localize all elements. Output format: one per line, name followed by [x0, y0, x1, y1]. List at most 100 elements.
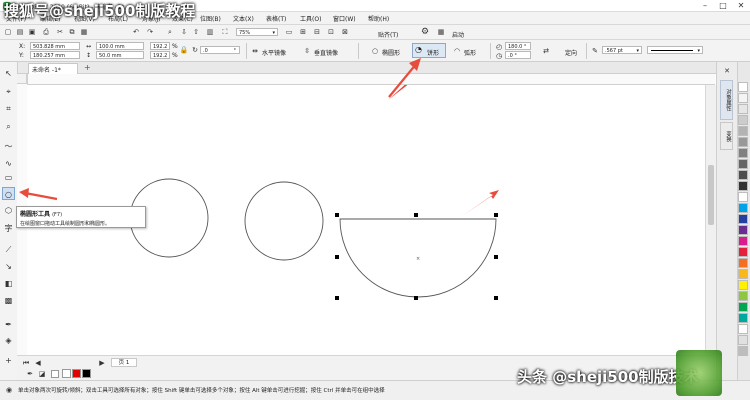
- freehand-tool-icon[interactable]: 〜: [2, 140, 15, 153]
- no-color-swatch[interactable]: [51, 370, 59, 378]
- previous-page-icon[interactable]: ◀: [33, 358, 43, 368]
- end-angle-input[interactable]: .0 °: [505, 51, 531, 59]
- copy-icon[interactable]: ⧉: [67, 27, 77, 37]
- palette-swatch[interactable]: [738, 335, 748, 345]
- scale-height-input[interactable]: 192.2: [150, 51, 170, 59]
- x-position-input[interactable]: 503.828 mm: [30, 42, 80, 50]
- menu-tools[interactable]: 工具(O): [300, 14, 321, 23]
- menu-bitmaps[interactable]: 位图(B): [200, 14, 221, 23]
- eyedropper-tool-icon[interactable]: ✒: [2, 318, 15, 331]
- palette-swatch[interactable]: [738, 82, 748, 92]
- search-icon[interactable]: ⌕: [165, 27, 175, 37]
- lock-ratio-icon[interactable]: 🔒: [179, 45, 189, 55]
- palette-swatch[interactable]: [738, 324, 748, 334]
- docker-tab-object-properties[interactable]: 对象属性: [720, 80, 733, 120]
- cut-icon[interactable]: ✂: [55, 27, 65, 37]
- redo-icon[interactable]: ↷: [145, 27, 155, 37]
- rulers-icon[interactable]: ⊞: [298, 27, 308, 37]
- palette-swatch[interactable]: [738, 214, 748, 224]
- next-page-icon[interactable]: ▶: [97, 358, 107, 368]
- minimize-icon[interactable]: –: [696, 0, 714, 12]
- palette-swatch[interactable]: [738, 302, 748, 312]
- print-icon[interactable]: ⎙: [41, 27, 51, 37]
- shape-tool-icon[interactable]: ⌖: [2, 85, 15, 98]
- undo-icon[interactable]: ↶: [131, 27, 141, 37]
- rotation-angle-input[interactable]: .0 °: [200, 46, 240, 54]
- document-tab[interactable]: 未命名 -1*: [28, 63, 78, 74]
- selection-handle[interactable]: [414, 296, 418, 300]
- selection-handle[interactable]: [494, 213, 498, 217]
- import-icon[interactable]: ⇩: [179, 27, 189, 37]
- launch-icon[interactable]: ▦: [436, 27, 446, 37]
- eyedropper-icon[interactable]: ✒: [25, 369, 35, 379]
- palette-swatch[interactable]: [738, 225, 748, 235]
- line-style-select[interactable]: ▾: [647, 46, 703, 54]
- launch-menu[interactable]: 启动: [452, 30, 464, 39]
- zoom-tool-icon[interactable]: ⌕: [2, 120, 15, 133]
- palette-swatch[interactable]: [738, 247, 748, 257]
- vertical-scrollbar[interactable]: [705, 85, 716, 355]
- arc-mode-button[interactable]: 弧形: [464, 48, 476, 57]
- swap-direction-icon[interactable]: ⇄: [541, 46, 551, 56]
- selection-handle[interactable]: [335, 213, 339, 217]
- crop-tool-icon[interactable]: ⌗: [2, 102, 15, 115]
- zoom-level-select[interactable]: 75% ▾: [236, 28, 278, 36]
- palette-swatch[interactable]: [738, 313, 748, 323]
- new-document-icon[interactable]: ▢: [3, 27, 13, 37]
- palette-swatch[interactable]: [738, 148, 748, 158]
- ruler-origin[interactable]: [17, 74, 27, 84]
- selection-handle[interactable]: [335, 296, 339, 300]
- transparency-tool-icon[interactable]: ▩: [2, 294, 15, 307]
- add-document-tab-button[interactable]: +: [84, 63, 91, 72]
- menu-text[interactable]: 文本(X): [233, 14, 254, 23]
- maximize-icon[interactable]: □: [714, 0, 732, 12]
- ellipse-tool-icon[interactable]: ○: [2, 187, 15, 200]
- ellipse-mode-icon[interactable]: ○: [370, 46, 380, 56]
- snap-to-menu[interactable]: 贴齐(T): [378, 30, 398, 39]
- palette-swatch[interactable]: [738, 170, 748, 180]
- page-tab[interactable]: 页 1: [111, 358, 137, 367]
- circle-middle[interactable]: [244, 181, 324, 261]
- menu-table[interactable]: 表格(T): [266, 14, 286, 23]
- palette-swatch[interactable]: [738, 236, 748, 246]
- polygon-tool-icon[interactable]: ⬡: [2, 204, 15, 217]
- direction-button[interactable]: 定向: [565, 48, 577, 57]
- guidelines-icon[interactable]: ⊡: [326, 27, 336, 37]
- artistic-media-tool-icon[interactable]: ∿: [2, 157, 15, 170]
- mirror-horizontal-icon[interactable]: ⇹: [250, 46, 260, 56]
- selection-handle[interactable]: [414, 213, 418, 217]
- paste-icon[interactable]: ▦: [79, 27, 89, 37]
- arc-icon[interactable]: ◠: [452, 46, 462, 56]
- scrollbar-thumb[interactable]: [708, 165, 714, 225]
- menu-help[interactable]: 帮助(H): [368, 14, 389, 23]
- pick-tool-icon[interactable]: ↖: [2, 67, 15, 80]
- palette-swatch[interactable]: [738, 137, 748, 147]
- palette-swatch[interactable]: [738, 192, 748, 202]
- publish-pdf-icon[interactable]: ▥: [205, 27, 215, 37]
- parallel-dimension-tool-icon[interactable]: ⟋: [2, 243, 15, 256]
- drop-shadow-tool-icon[interactable]: ◧: [2, 277, 15, 290]
- width-input[interactable]: 100.0 mm: [96, 42, 144, 50]
- selection-handle[interactable]: [494, 296, 498, 300]
- palette-swatch[interactable]: [738, 93, 748, 103]
- palette-swatch[interactable]: [738, 346, 748, 356]
- document-color-swatch[interactable]: [72, 369, 81, 378]
- palette-swatch[interactable]: [738, 159, 748, 169]
- mirror-horizontal-button[interactable]: 水平镜像: [262, 48, 286, 57]
- text-tool-icon[interactable]: 字: [2, 222, 15, 235]
- full-screen-icon[interactable]: ⛶: [220, 27, 230, 37]
- palette-swatch[interactable]: [738, 258, 748, 268]
- save-icon[interactable]: ▣: [27, 27, 37, 37]
- scale-width-input[interactable]: 192.2: [150, 42, 170, 50]
- palette-swatch[interactable]: [738, 203, 748, 213]
- close-icon[interactable]: ✕: [732, 0, 750, 12]
- view-mode-icon[interactable]: ▭: [284, 27, 294, 37]
- menu-window[interactable]: 窗口(W): [333, 14, 356, 23]
- snap-icon[interactable]: ⊠: [340, 27, 350, 37]
- selection-handle[interactable]: [335, 255, 339, 259]
- outline-width-select[interactable]: .567 pt ▾: [602, 46, 642, 54]
- document-color-swatch[interactable]: [62, 369, 71, 378]
- open-icon[interactable]: ▤: [15, 27, 25, 37]
- palette-swatch[interactable]: [738, 126, 748, 136]
- first-page-icon[interactable]: ⏮: [21, 358, 31, 368]
